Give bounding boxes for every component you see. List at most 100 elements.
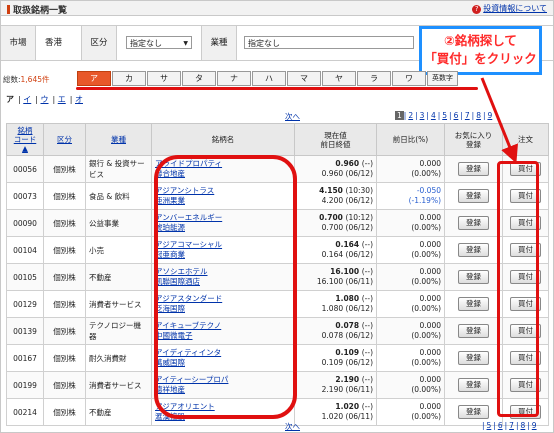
register-button[interactable]: 登録: [458, 162, 489, 176]
prev-close: 0.109: [321, 358, 344, 367]
kana-tab-ma[interactable]: マ: [287, 71, 321, 86]
register-button[interactable]: 登録: [458, 243, 489, 257]
prev-close: 4.200: [321, 196, 344, 205]
change-percent: (0.00%): [411, 385, 441, 394]
page-link[interactable]: 9: [488, 111, 493, 120]
cell-price: 2.190 (--) 2.190 (06/11): [294, 371, 377, 399]
register-button[interactable]: 登録: [458, 216, 489, 230]
cell-price: 4.150 (10:30) 4.200 (06/12): [294, 182, 377, 210]
industry-select[interactable]: 指定なし: [244, 36, 414, 49]
page-link[interactable]: 8: [476, 111, 481, 120]
cell-price: 0.164 (--) 0.164 (06/12): [294, 236, 377, 264]
page-link[interactable]: 5: [487, 421, 492, 430]
cell-fav: 登録: [444, 209, 503, 237]
price-time: (--): [361, 402, 373, 411]
col-header-code[interactable]: 銘柄 コード ▲: [6, 123, 44, 156]
page-link[interactable]: 7: [465, 111, 470, 120]
change-percent: (0.00%): [411, 169, 441, 178]
pager-bottom: | 5 | 6 | 7 | 8 | 9: [482, 421, 537, 430]
prev-date: (06/12): [345, 304, 373, 313]
prev-date: (06/12): [345, 250, 373, 259]
kana-tab-ya[interactable]: ヤ: [322, 71, 356, 86]
cell-kubun: 個別株: [43, 263, 86, 291]
page-link[interactable]: 4: [431, 111, 436, 120]
register-button[interactable]: 登録: [458, 405, 489, 419]
cell-fav: 登録: [444, 371, 503, 399]
col-header-kubun[interactable]: 区分: [43, 123, 86, 156]
sub-tab-o[interactable]: オ: [75, 95, 83, 104]
change-percent: (0.00%): [411, 331, 441, 340]
prev-close: 1.020: [321, 412, 344, 421]
kana-tab-ta[interactable]: タ: [182, 71, 216, 86]
col-header-industry[interactable]: 業種: [85, 123, 152, 156]
page-link[interactable]: 9: [532, 421, 537, 430]
name-column-highlight: [154, 155, 297, 419]
next-page-link[interactable]: 次へ: [285, 112, 300, 121]
page-link[interactable]: 5: [442, 111, 447, 120]
kana-tab-a[interactable]: ア: [77, 71, 111, 86]
sub-tab-i[interactable]: イ: [23, 95, 31, 104]
kana-tab-alnum[interactable]: 英数字: [427, 71, 458, 86]
page-link[interactable]: 2: [408, 111, 413, 120]
change-percent: (0.00%): [411, 250, 441, 259]
register-button[interactable]: 登録: [458, 297, 489, 311]
price-time: (10:30): [345, 186, 373, 195]
kana-tab-ka[interactable]: カ: [112, 71, 146, 86]
kana-tab-sa[interactable]: サ: [147, 71, 181, 86]
change-value: 0.000: [419, 267, 441, 276]
next-page-link[interactable]: 次へ: [285, 422, 300, 431]
page-link[interactable]: 6: [498, 421, 503, 430]
cell-kubun: 個別株: [43, 371, 86, 399]
register-button[interactable]: 登録: [458, 189, 489, 203]
sub-tab-e[interactable]: エ: [58, 95, 66, 104]
page-current: 1: [395, 111, 404, 120]
table-header-row: 銘柄 コード ▲ 区分 業種 銘柄名 現在値 前日終値 前日比(%) お気に入り…: [6, 123, 549, 156]
help-link[interactable]: ? 投資情報について: [472, 3, 547, 14]
total-count: 総数:1,645件: [3, 74, 50, 85]
current-price: 4.150: [319, 186, 343, 195]
cell-change: 0.000 (0.00%): [376, 398, 445, 426]
page-link[interactable]: 7: [509, 421, 514, 430]
register-button[interactable]: 登録: [458, 270, 489, 284]
cell-industry: 不動産: [85, 263, 152, 291]
cell-price: 1.080 (--) 1.080 (06/12): [294, 290, 377, 318]
prev-close: 0.960: [321, 169, 344, 178]
cell-code: 00139: [6, 317, 44, 345]
title-bar: 取扱銘柄一覧 ? 投資情報について: [1, 1, 553, 16]
kana-tab-wa[interactable]: ワ: [392, 71, 426, 86]
prev-close: 0.700: [321, 223, 344, 232]
col-header-name: 銘柄名: [151, 123, 295, 156]
cell-industry: 不動産: [85, 398, 152, 426]
cell-fav: 登録: [444, 155, 503, 183]
change-value: 0.000: [419, 321, 441, 330]
register-button[interactable]: 登録: [458, 378, 489, 392]
prev-date: (06/11): [345, 412, 373, 421]
prev-date: (06/12): [345, 331, 373, 340]
sub-tab-u[interactable]: ウ: [41, 95, 49, 104]
kubun-select[interactable]: 指定なし ▼: [126, 36, 192, 49]
kana-tab-ra[interactable]: ラ: [357, 71, 391, 86]
page-link[interactable]: 6: [454, 111, 459, 120]
page-link[interactable]: 8: [520, 421, 525, 430]
register-button[interactable]: 登録: [458, 324, 489, 338]
prev-close: 2.190: [321, 385, 344, 394]
prev-date: (06/12): [345, 223, 373, 232]
kana-tab-na[interactable]: ナ: [217, 71, 251, 86]
help-link-label: 投資情報について: [483, 4, 547, 13]
cell-price: 0.078 (--) 0.078 (06/12): [294, 317, 377, 345]
market-label: 市場: [1, 26, 36, 60]
cell-price: 0.700 (10:12) 0.700 (06/12): [294, 209, 377, 237]
cell-code: 00129: [6, 290, 44, 318]
pager-bottom-next: 次へ: [283, 421, 302, 432]
cell-kubun: 個別株: [43, 344, 86, 372]
current-price: 1.020: [335, 402, 360, 411]
prev-date: (06/12): [345, 358, 373, 367]
cell-fav: 登録: [444, 344, 503, 372]
cell-industry: 銀行 & 投資サービス: [85, 155, 152, 183]
register-button[interactable]: 登録: [458, 351, 489, 365]
page-link[interactable]: 3: [420, 111, 425, 120]
prev-date: (06/11): [345, 385, 373, 394]
kana-tab-ha[interactable]: ハ: [252, 71, 286, 86]
cell-code: 00105: [6, 263, 44, 291]
change-value: 0.000: [419, 402, 441, 411]
